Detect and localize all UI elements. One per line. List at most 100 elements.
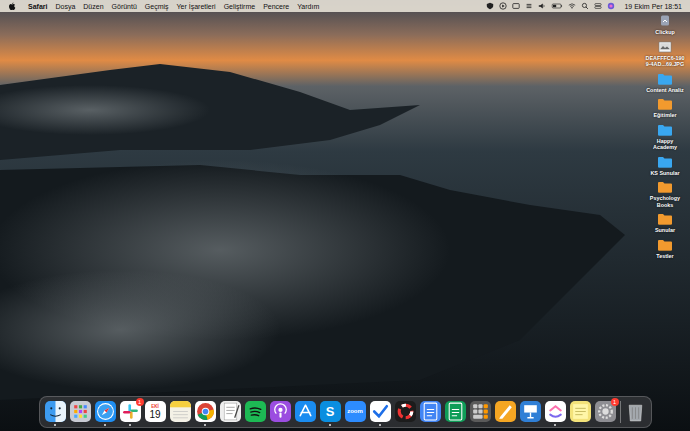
menu-item[interactable]: Yardım	[297, 3, 319, 10]
desktop-item-label: Eğitimler	[653, 112, 676, 119]
dock-item[interactable]	[570, 401, 591, 426]
menu-item[interactable]: Dosya	[55, 3, 75, 10]
siri-icon[interactable]	[607, 2, 615, 10]
dock-item[interactable]: zoom	[345, 401, 366, 426]
notes-icon[interactable]	[170, 401, 191, 422]
trash-icon[interactable]	[625, 401, 646, 422]
running-indicator	[229, 424, 231, 426]
folder-icon	[657, 124, 673, 136]
skype-icon[interactable]: S	[320, 401, 341, 422]
menu-bar: Safari Dosya Düzen Görüntü Geçmiş Yer İşaretl…	[0, 0, 690, 12]
finder-icon[interactable]	[45, 401, 66, 422]
desktop-item[interactable]: HappyAcademy	[642, 124, 688, 151]
textedit-icon[interactable]	[220, 401, 241, 422]
desktop-item-label: Academy	[653, 144, 677, 151]
menu-item[interactable]: Görüntü	[112, 3, 137, 10]
shield-icon[interactable]	[486, 2, 494, 10]
dock-item[interactable]: EKİ19	[145, 401, 166, 426]
clickup-icon[interactable]	[545, 401, 566, 422]
dock-item[interactable]	[295, 401, 316, 426]
ring-icon[interactable]	[395, 401, 416, 422]
dock-item[interactable]: 1	[595, 401, 616, 426]
wifi-icon[interactable]	[568, 2, 576, 10]
running-indicator	[429, 424, 431, 426]
desktop-item[interactable]: KS Sunular	[642, 156, 688, 177]
desktop-item[interactable]: Testler	[642, 239, 688, 260]
appstore-icon[interactable]	[295, 401, 316, 422]
calendar-day: 19	[149, 409, 160, 420]
desktop-item[interactable]: Clickup	[642, 15, 688, 36]
dock-item[interactable]	[495, 401, 516, 426]
dock-separator	[620, 401, 621, 423]
zoom-icon[interactable]: zoom	[345, 401, 366, 422]
dock-item[interactable]	[420, 401, 441, 426]
menu-item[interactable]: Pencere	[263, 3, 289, 10]
calculator-icon[interactable]	[470, 401, 491, 422]
dock-item[interactable]	[95, 401, 116, 426]
folder-icon	[657, 213, 673, 225]
dock-item[interactable]	[470, 401, 491, 426]
dock-item[interactable]	[370, 401, 391, 426]
desktop-item-label: KS Sunular	[650, 170, 679, 177]
clock[interactable]: 19 Ekim Per 18:51	[624, 3, 682, 10]
dock-item[interactable]	[395, 401, 416, 426]
desktop-item[interactable]: Eğitimler	[642, 98, 688, 119]
play-icon[interactable]	[499, 2, 507, 10]
menu-item[interactable]: Düzen	[83, 3, 103, 10]
volume-icon[interactable]	[538, 2, 546, 10]
sheets-icon[interactable]	[445, 401, 466, 422]
battery-icon[interactable]	[551, 2, 563, 10]
dock-item[interactable]	[625, 401, 646, 426]
dock-item[interactable]	[545, 401, 566, 426]
running-indicator	[354, 424, 356, 426]
running-indicator	[279, 424, 281, 426]
running-indicator	[479, 424, 481, 426]
menu-item[interactable]: Yer İşaretleri	[177, 3, 216, 10]
safari-icon[interactable]	[95, 401, 116, 422]
dock-item[interactable]	[70, 401, 91, 426]
desktop-item[interactable]: Sunular	[642, 213, 688, 234]
stickies-icon[interactable]	[570, 401, 591, 422]
control-center-icon[interactable]	[594, 2, 602, 10]
menu-extra-icon[interactable]	[525, 2, 533, 10]
dock-item[interactable]	[195, 401, 216, 426]
dock-item[interactable]	[270, 401, 291, 426]
notes-icon	[170, 401, 191, 422]
running-indicator	[634, 424, 636, 426]
dock-item[interactable]	[245, 401, 266, 426]
podcasts-icon[interactable]	[270, 401, 291, 422]
docs-icon[interactable]	[420, 401, 441, 422]
podcasts-icon	[270, 401, 291, 422]
spotify-logo-icon	[245, 401, 266, 422]
calendar-icon[interactable]: EKİ19	[145, 401, 166, 422]
desktop-item[interactable]: DEAFFFC6-1909-4AD...69.JPG	[642, 41, 688, 68]
dock-area: 1EKİ19Szoom1	[0, 396, 690, 431]
dock-item[interactable]	[445, 401, 466, 426]
settings-icon[interactable]: 1	[595, 401, 616, 422]
calculator-keys-icon	[470, 401, 491, 422]
desktop-item[interactable]: Content Analiz	[642, 73, 688, 94]
apple-icon[interactable]	[8, 2, 16, 11]
dock-item[interactable]	[220, 401, 241, 426]
display-icon[interactable]	[512, 2, 520, 10]
keynote-icon[interactable]	[520, 401, 541, 422]
menu-item[interactable]: Geçmiş	[145, 3, 169, 10]
pages-icon[interactable]	[495, 401, 516, 422]
launchpad-icon[interactable]	[70, 401, 91, 422]
dock-item[interactable]	[520, 401, 541, 426]
desktop-item[interactable]: PsychologyBooks	[642, 181, 688, 208]
dock-item[interactable]: 1	[120, 401, 141, 426]
spotify-icon[interactable]	[245, 401, 266, 422]
search-icon[interactable]	[581, 2, 589, 10]
chrome-icon[interactable]	[195, 401, 216, 422]
tasks-icon[interactable]	[370, 401, 391, 422]
slack-icon[interactable]: 1	[120, 401, 141, 422]
desktop-item-label: Testler	[656, 253, 673, 260]
menu-item[interactable]: Geliştirme	[224, 3, 256, 10]
dock-item[interactable]	[45, 401, 66, 426]
dock-item[interactable]: S	[320, 401, 341, 426]
app-menu[interactable]: Safari	[28, 3, 47, 10]
wallpaper-photo	[0, 0, 690, 431]
dock-item[interactable]	[170, 401, 191, 426]
compass-icon	[95, 401, 116, 422]
